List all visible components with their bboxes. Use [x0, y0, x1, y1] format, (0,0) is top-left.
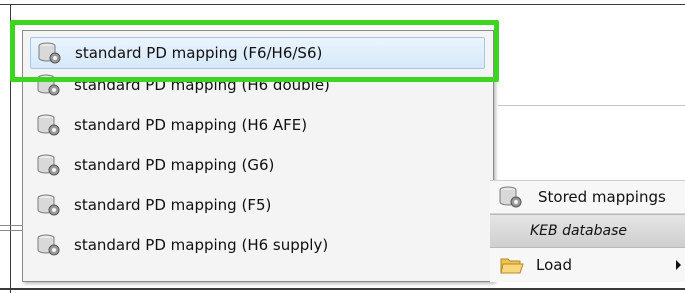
database-gear-icon [37, 194, 60, 216]
mapping-item-g6[interactable]: standard PD mapping (G6) [30, 149, 485, 181]
window-border-top [0, 4, 685, 5]
mapping-item-label: standard PD mapping (F5) [74, 196, 272, 214]
grid-line [0, 230, 22, 231]
keb-database-header: KEB database [490, 214, 685, 248]
mapping-item-h6-afe[interactable]: standard PD mapping (H6 AFE) [30, 109, 485, 141]
mapping-item-h6-supply[interactable]: standard PD mapping (H6 supply) [30, 229, 485, 261]
grid-line [0, 225, 22, 226]
load-menu-item[interactable]: Load [490, 248, 685, 282]
mapping-item-label: standard PD mapping (H6 AFE) [74, 116, 308, 134]
mapping-item-f5[interactable]: standard PD mapping (F5) [30, 189, 485, 221]
stored-mappings-item[interactable]: Stored mappings [490, 180, 685, 214]
database-gear-icon [37, 234, 60, 256]
context-menu: Stored mappings KEB database Load [490, 180, 685, 293]
database-gear-icon [37, 154, 60, 176]
selection-highlight-box [10, 20, 499, 82]
mapping-item-label: standard PD mapping (H6 supply) [74, 236, 329, 254]
chevron-right-icon [676, 260, 681, 270]
mapping-item-label: standard PD mapping (G6) [74, 156, 275, 174]
database-gear-icon [499, 186, 522, 208]
database-gear-icon [37, 114, 60, 136]
load-label: Load [536, 256, 572, 274]
open-folder-icon [500, 258, 524, 274]
keb-database-label: KEB database [530, 223, 627, 239]
panel-divider [498, 105, 685, 106]
stored-mappings-label: Stored mappings [538, 188, 666, 206]
